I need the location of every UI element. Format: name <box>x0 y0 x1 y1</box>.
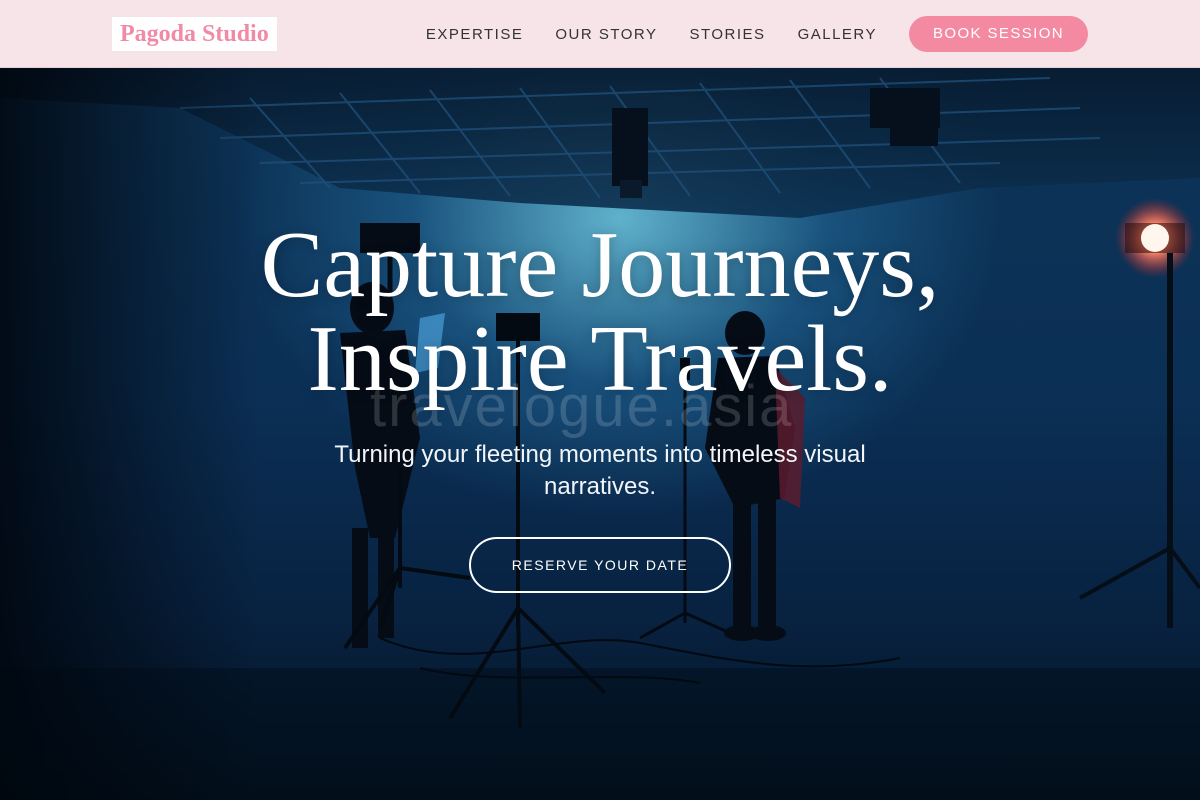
reserve-date-button[interactable]: RESERVE YOUR DATE <box>469 537 731 593</box>
brand-logo[interactable]: Pagoda Studio <box>112 17 277 51</box>
hero-subtitle: Turning your fleeting moments into timel… <box>334 441 866 500</box>
book-session-button[interactable]: BOOK SESSION <box>909 16 1088 52</box>
hero-section: travelogue.asia Capture Journeys, Inspir… <box>0 68 1200 800</box>
site-header: Pagoda Studio EXPERTISE OUR STORY STORIE… <box>0 0 1200 68</box>
hero-title-line-1: Capture Journeys, <box>260 213 940 317</box>
main-nav: EXPERTISE OUR STORY STORIES GALLERY BOOK… <box>426 0 1088 68</box>
hero-content: Capture Journeys, Inspire Travels. Turni… <box>200 218 1000 593</box>
hero-title: Capture Journeys, Inspire Travels. <box>200 218 1000 406</box>
nav-link-gallery[interactable]: GALLERY <box>798 26 877 43</box>
nav-link-stories[interactable]: STORIES <box>689 26 765 43</box>
hero-title-line-2: Inspire Travels. <box>307 307 893 411</box>
nav-link-expertise[interactable]: EXPERTISE <box>426 26 523 43</box>
nav-link-our-story[interactable]: OUR STORY <box>555 26 657 43</box>
